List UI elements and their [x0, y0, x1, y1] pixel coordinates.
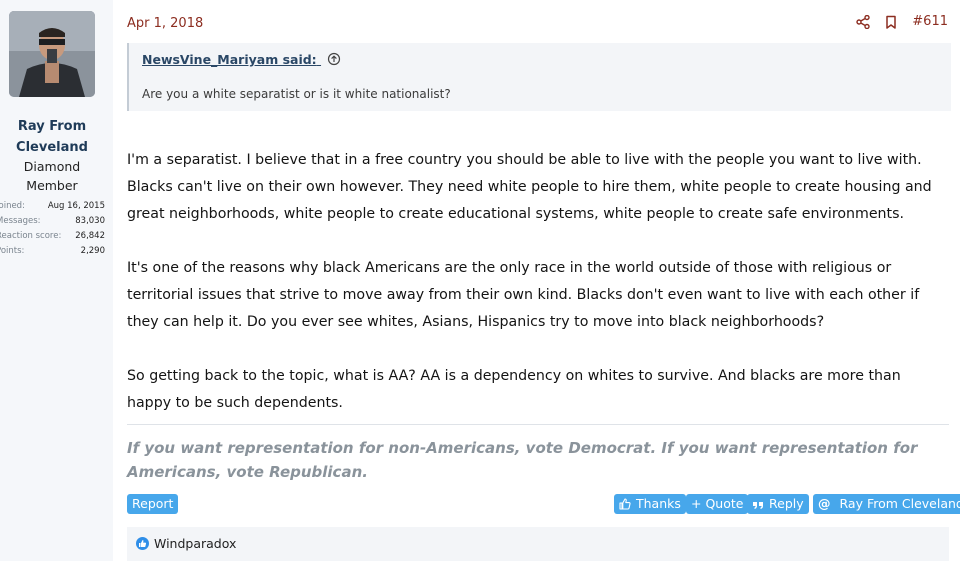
stat-joined: Joined: Aug 16, 2015 [0, 199, 105, 214]
stat-points: Points: 2,290 [0, 244, 105, 259]
report-label: Report [132, 496, 174, 511]
share-icon[interactable] [856, 14, 870, 29]
like-reaction-icon [136, 537, 149, 550]
post-number[interactable]: #611 [912, 14, 948, 29]
username-line-1[interactable]: Ray From [0, 116, 104, 137]
post-paragraph: It's one of the reasons why black Americ… [127, 260, 920, 330]
mention-button[interactable]: @ Ray From Cleveland [813, 494, 960, 514]
post-paragraph: So getting back to the topic, what is AA… [127, 368, 901, 411]
stat-value[interactable]: 2,290 [81, 244, 105, 259]
reply-button[interactable]: Reply [747, 494, 809, 514]
thanks-button[interactable]: Thanks [614, 494, 686, 514]
user-stats: Joined: Aug 16, 2015 Messages: 83,030 Re… [0, 199, 105, 259]
user-title-line-2: Member [26, 178, 78, 193]
stat-key: Reaction score: [0, 231, 62, 241]
stat-key: Joined: [0, 201, 25, 211]
quote-author-name[interactable]: NewsVine_Mariyam said: [142, 52, 317, 67]
at-icon: @ [818, 496, 831, 511]
post-footer: Report Thanks + Quote Reply @ Ray From C… [127, 494, 960, 516]
quote-label: + Quote [691, 496, 744, 511]
post-body: I'm a separatist. I believe that in a fr… [127, 147, 947, 444]
stat-value: 26,842 [75, 231, 105, 241]
avatar[interactable] [9, 11, 95, 97]
stat-messages: Messages: 83,030 [0, 214, 105, 229]
thanks-label: Thanks [636, 496, 681, 511]
stat-key: Messages: [0, 216, 41, 226]
mention-label: Ray From Cleveland [839, 496, 960, 511]
post-paragraph: I'm a separatist. I believe that in a fr… [127, 152, 932, 222]
quote-up-arrow-icon[interactable] [327, 52, 341, 66]
signature: If you want representation for non-Ameri… [127, 439, 918, 481]
username-line-2[interactable]: Cleveland [0, 137, 104, 158]
quote-text: Are you a white separatist or is it whit… [142, 87, 451, 101]
user-sidebar: Ray From Cleveland Diamond Member Joined… [0, 0, 113, 561]
thumbs-up-icon [619, 498, 631, 510]
stat-reaction-score: Reaction score: 26,842 [0, 229, 105, 244]
report-button[interactable]: Report [127, 494, 179, 514]
bookmark-icon[interactable] [884, 15, 898, 29]
user-title: Diamond Member [0, 157, 104, 195]
reply-label: Reply [769, 496, 804, 511]
stat-value[interactable]: 83,030 [75, 214, 105, 229]
quote-author[interactable]: NewsVine_Mariyam said: [142, 52, 341, 67]
post-date[interactable]: Apr 1, 2018 [127, 16, 203, 31]
reactions-bar: Windparadox [127, 527, 949, 561]
quote-button[interactable]: + Quote [686, 494, 749, 514]
reaction-users[interactable]: Windparadox [154, 536, 236, 551]
quote-block: NewsVine_Mariyam said: Are you a white s… [127, 43, 951, 111]
quote-mark-icon [753, 502, 763, 509]
stat-value: Aug 16, 2015 [47, 201, 105, 211]
avatar-image [9, 11, 95, 97]
stat-key: Points: [0, 246, 25, 256]
signature-divider [127, 424, 949, 425]
post-actions: #611 [856, 14, 948, 29]
username[interactable]: Ray From Cleveland [0, 116, 104, 158]
user-title-line-1: Diamond [23, 159, 81, 174]
